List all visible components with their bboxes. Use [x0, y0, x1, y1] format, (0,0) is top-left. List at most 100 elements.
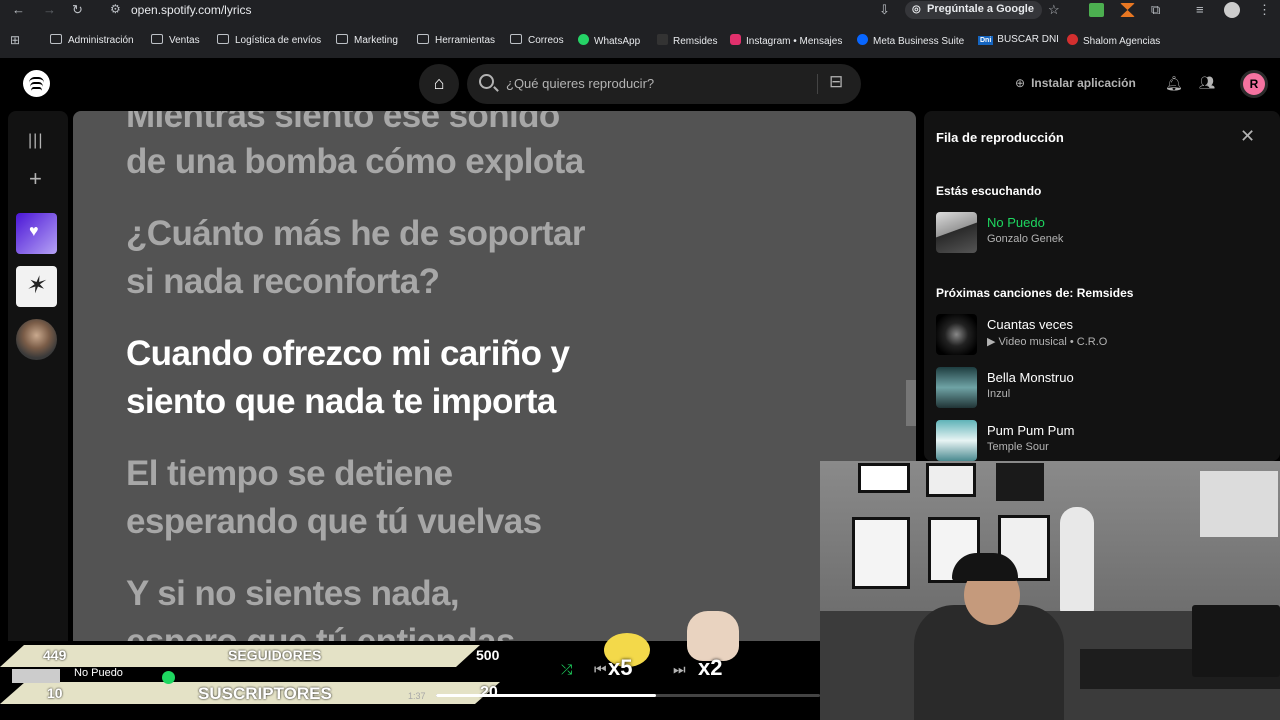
site-info-icon[interactable]: ⚙ — [110, 2, 121, 16]
lyric-line[interactable]: esperando que tú vuelvas — [126, 498, 766, 546]
media-controls-icon[interactable]: ≡ — [1196, 2, 1204, 17]
sticker-cat — [687, 611, 739, 661]
extension-hourglass-icon[interactable] — [1120, 3, 1135, 17]
whatsapp-icon — [578, 34, 589, 45]
album-art — [936, 314, 977, 355]
extensions-puzzle-icon[interactable]: ⧉ — [1151, 2, 1160, 18]
track-name: Bella Monstruo — [987, 370, 1074, 385]
lyric-line[interactable]: ¿Cuánto más he de soportar — [126, 210, 766, 258]
search-divider — [817, 74, 818, 94]
browser-toolbar: ← → ↻ ⚙ open.spotify.com/lyrics ⇩ ◎ Preg… — [0, 0, 1280, 20]
lyric-line-active[interactable]: Cuando ofrezco mi cariño y — [126, 330, 766, 378]
subscribers-label: SUSCRIPTORES — [198, 684, 332, 703]
folder-icon — [217, 34, 229, 44]
notifications-bell-icon[interactable]: 🔔︎ — [1165, 75, 1183, 92]
queue-panel: Fila de reproducción ✕ Estás escuchando … — [924, 111, 1280, 461]
queue-item[interactable]: Pum Pum Pum Temple Sour — [936, 420, 1266, 461]
friend-activity-icon[interactable]: 👥︎ — [1199, 75, 1216, 91]
menu-icon[interactable]: ⋮ — [1258, 2, 1271, 18]
heart-icon: ♥ — [29, 223, 39, 240]
install-app-button[interactable]: ⊕ Instalar aplicación — [1015, 76, 1136, 90]
bookmark-instagram[interactable]: Instagram • Mensajes — [730, 34, 842, 47]
folder-icon — [510, 34, 522, 44]
bookmark-buscar-dni[interactable]: Dni BUSCAR DNI — [978, 34, 1059, 45]
followers-label: SEGUIDORES — [228, 647, 322, 663]
bookmark-meta[interactable]: Meta Business Suite — [857, 34, 964, 47]
folder-icon — [151, 34, 163, 44]
lyric-line-active[interactable]: siento que nada te importa — [126, 378, 766, 426]
wall-poster — [852, 517, 910, 589]
user-avatar[interactable]: R — [1240, 70, 1268, 98]
bookmark-correos[interactable]: Correos — [510, 34, 564, 46]
subscribers-count: 10 — [47, 685, 63, 701]
lyric-line[interactable]: Mientras siento ese sonido — [126, 111, 766, 140]
reload-icon[interactable]: ↻ — [72, 2, 83, 18]
artist-avatar[interactable] — [16, 319, 57, 360]
back-icon[interactable]: ← — [12, 2, 25, 17]
download-circle-icon: ⊕ — [1015, 76, 1026, 90]
folder-icon — [417, 34, 429, 44]
followers-count: 449 — [43, 647, 67, 663]
signature-logo-icon: ✶ — [25, 271, 46, 299]
bookmark-ventas[interactable]: Ventas — [151, 34, 200, 46]
lyric-line[interactable]: El tiempo se detiene — [126, 450, 766, 498]
bookmark-marketing[interactable]: Marketing — [336, 34, 398, 46]
create-plus-icon[interactable]: + — [29, 166, 42, 192]
next-icon[interactable]: ⏭︎ — [673, 661, 686, 678]
bookmark-administracion[interactable]: Administración — [50, 34, 134, 46]
wall-frame — [926, 463, 976, 497]
multiplier-x5: x5 — [608, 655, 633, 680]
lyric-line[interactable]: de una bomba cómo explota — [126, 138, 766, 186]
remsides-icon — [657, 34, 668, 45]
bookmark-logistica[interactable]: Logística de envíos — [217, 34, 321, 46]
subscribers-goal: 20 — [480, 684, 498, 701]
track-subtitle: ▶︎ Video musical • C.R.O — [987, 336, 1108, 348]
player-track-name: No Puedo — [74, 667, 123, 679]
forward-icon[interactable]: → — [43, 2, 56, 17]
library-icon[interactable]: ||| — [28, 132, 43, 150]
queue-now-playing[interactable]: No Puedo Gonzalo Genek — [936, 212, 1266, 254]
profile-icon[interactable] — [1224, 2, 1240, 18]
previous-icon[interactable]: ⏮︎ — [594, 661, 607, 678]
browse-icon[interactable]: ⊟ — [829, 72, 843, 92]
liked-check-icon[interactable] — [162, 671, 175, 684]
stream-overlay: 449 SEGUIDORES 500 No Puedo 10 SUSCRIPTO… — [0, 611, 820, 720]
video-icon: ▶︎ — [987, 336, 999, 348]
search-icon — [479, 74, 494, 89]
home-icon: ⌂ — [433, 73, 445, 93]
playback-progress-bar[interactable] — [436, 694, 820, 697]
bookmark-herramientas[interactable]: Herramientas — [417, 34, 495, 46]
wall-frame — [996, 463, 1044, 501]
bookmark-whatsapp[interactable]: WhatsApp — [578, 34, 640, 47]
library-sidebar — [8, 111, 68, 651]
queue-item[interactable]: Cuantas veces ▶︎ Video musical • C.R.O — [936, 314, 1266, 356]
followers-goal: 500 — [476, 647, 500, 663]
ask-google-button[interactable]: ◎ Pregúntale a Google — [905, 1, 1042, 19]
lyrics-scrollbar[interactable] — [906, 380, 916, 426]
wall-frame — [858, 463, 910, 493]
playback-progress-fill — [436, 694, 656, 697]
playlist-signature[interactable]: ✶ — [16, 266, 57, 307]
extension-sheets-icon[interactable] — [1089, 3, 1104, 17]
queue-item[interactable]: Bella Monstruo Inzul — [936, 367, 1266, 409]
star-icon[interactable]: ☆ — [1048, 2, 1060, 18]
lyric-line[interactable]: Y si no sientes nada, — [126, 570, 766, 618]
search-input[interactable]: ¿Qué quieres reproducir? — [506, 76, 654, 91]
bookmarks-bar: ⊞ Administración Ventas Logística de env… — [0, 28, 1280, 52]
search-bar[interactable]: ¿Qué quieres reproducir? ⊟ — [467, 64, 861, 104]
bookmark-shalom[interactable]: Shalom Agencias — [1067, 34, 1160, 47]
spotify-logo-icon[interactable] — [23, 70, 50, 97]
album-art — [936, 367, 977, 408]
liked-songs-playlist[interactable]: ♥ — [16, 213, 57, 254]
bookmark-remsides[interactable]: Remsides — [657, 34, 717, 47]
queue-title: Fila de reproducción — [936, 130, 1064, 145]
shuffle-icon[interactable]: ⤮ — [561, 661, 572, 678]
install-page-icon[interactable]: ⇩ — [879, 2, 890, 18]
multiplier-x2: x2 — [698, 655, 723, 680]
home-button[interactable]: ⌂ — [419, 64, 459, 104]
lyric-line[interactable]: si nada reconforta? — [126, 258, 766, 306]
apps-grid-icon[interactable]: ⊞ — [10, 33, 20, 47]
player-album-thumb — [12, 669, 60, 683]
close-icon[interactable]: ✕ — [1240, 126, 1255, 147]
track-artist: Gonzalo Genek — [987, 233, 1064, 245]
